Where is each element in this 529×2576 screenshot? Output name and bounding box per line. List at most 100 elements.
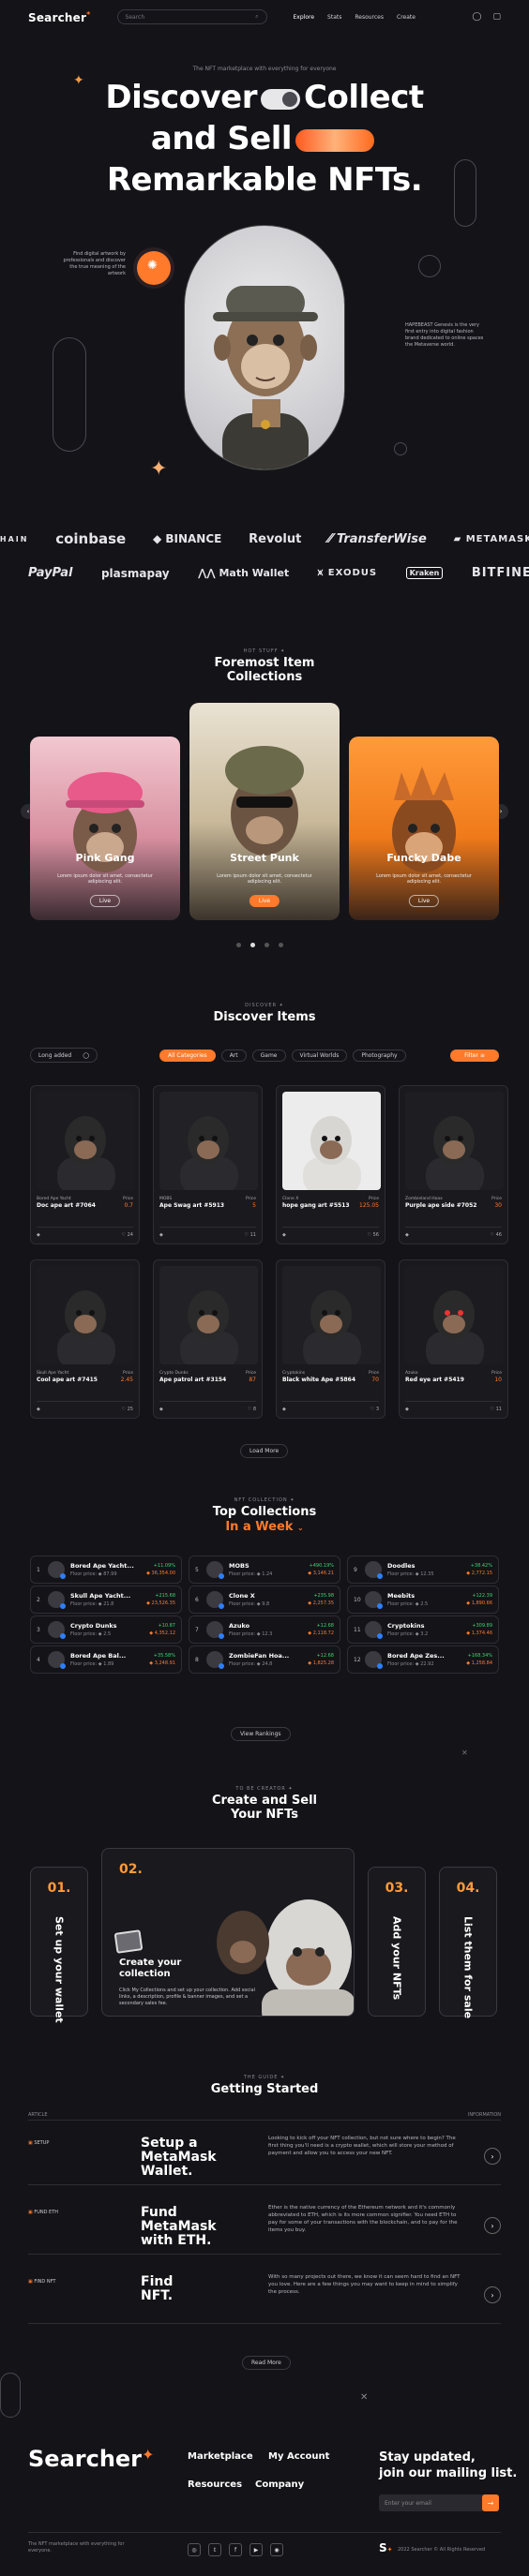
eth-icon: ◆ <box>159 1232 163 1238</box>
avatar <box>365 1621 383 1639</box>
deco-circle <box>418 255 441 277</box>
rank-info: Bored Ape Zes... Floor price: ◆ 22.92 <box>387 1652 466 1667</box>
floor-label: Floor price: <box>387 1661 415 1667</box>
nft-image <box>282 1266 381 1364</box>
nav-create[interactable]: Create <box>397 14 416 21</box>
live-button[interactable]: Live <box>408 895 440 907</box>
footer-link-company[interactable]: Company <box>255 2479 304 2490</box>
nft-card[interactable]: Crypto Dunks Ape patrol art #3154 Price 87 ◆… <box>153 1259 263 1419</box>
collection-card[interactable]: Funcky Dabe Lorem ipsum dolor sit amet, … <box>349 737 499 920</box>
logo[interactable]: Searcher* <box>28 10 91 24</box>
nav-explore[interactable]: Explore <box>294 14 315 21</box>
like-button[interactable]: ♡ 11 <box>245 1232 256 1238</box>
nft-card[interactable]: Cryptokins Black white Ape #5864 Price 70 ◆ ♡… <box>276 1259 385 1419</box>
rank-change: +235.98 ◆ 2,257.35 <box>308 1593 334 1606</box>
carousel-dot[interactable] <box>236 943 241 947</box>
filter-all-categories[interactable]: All Categories <box>159 1050 216 1062</box>
nft-name: Ape patrol art #3154 <box>159 1377 227 1383</box>
footer-link-resources[interactable]: Resources <box>188 2479 242 2490</box>
carousel-dot[interactable] <box>279 943 283 947</box>
newsletter-line-1: Stay updated, <box>379 2450 476 2464</box>
guide-arrow-button[interactable]: › <box>484 2286 501 2303</box>
filter-virtual-worlds[interactable]: Virtual Worlds <box>291 1050 348 1062</box>
subscribe-button[interactable]: → <box>482 2494 499 2511</box>
footer-link-account[interactable]: My Account <box>268 2451 329 2462</box>
nft-price: 0.7 <box>124 1202 133 1209</box>
collection-card[interactable]: Pink Gang Lorem ipsum dolor sit amet, co… <box>30 737 180 920</box>
like-button[interactable]: ♡ 3 <box>370 1407 379 1412</box>
nft-card[interactable]: Zombieland Hoax Purple ape side #7052 Pric… <box>399 1085 508 1244</box>
live-button[interactable]: Live <box>89 895 121 907</box>
like-button[interactable]: ♡ 56 <box>368 1232 379 1238</box>
filter-game[interactable]: Game <box>251 1050 286 1062</box>
youtube-icon[interactable]: ▶ <box>249 2543 263 2556</box>
ranking-row[interactable]: 9 Doodles Floor price: ◆ 12.35 +38.42% ◆ 2,7… <box>347 1556 499 1584</box>
read-more-button[interactable]: Read More <box>242 2356 291 2370</box>
ranking-row[interactable]: 3 Crypto Dunks Floor price: ◆ 2.5 +10.87 ◆ 4… <box>30 1616 182 1644</box>
ranking-row[interactable]: 1 Bored Ape Yacht... Floor price: ◆ 87.99 +… <box>30 1556 182 1584</box>
step-card-2[interactable]: 02. Create your collection Click My Coll… <box>101 1848 355 2017</box>
instagram-icon[interactable]: ◎ <box>188 2543 201 2556</box>
email-input[interactable]: Enter your email <box>379 2494 499 2511</box>
ranking-row[interactable]: 2 Skull Ape Yacht... Floor price: ◆ 21.8 +2… <box>30 1586 182 1614</box>
nft-card[interactable]: Azuko Red eye art #5419 Price 10 ◆ ♡ 11 <box>399 1259 508 1419</box>
facebook-icon[interactable]: f <box>229 2543 242 2556</box>
like-button[interactable]: ♡ 24 <box>122 1232 133 1238</box>
nft-footer: ◆ ♡ 8 <box>159 1401 256 1412</box>
user-icon[interactable]: ◯ <box>472 12 481 22</box>
footer-link-marketplace[interactable]: Marketplace <box>188 2451 253 2462</box>
like-button[interactable]: ♡ 25 <box>122 1407 133 1412</box>
carousel-dot[interactable] <box>250 943 255 947</box>
ranking-row[interactable]: 8 ZombieFan Hoa... Floor price: ◆ 24.8 +12.… <box>189 1645 340 1674</box>
filter-photography[interactable]: Photography <box>353 1050 406 1062</box>
volume: ◆ 1,258.84 <box>466 1660 492 1666</box>
footer-logo[interactable]: Searcher✦ <box>28 2446 154 2472</box>
nft-footer: ◆ ♡ 46 <box>405 1227 502 1238</box>
spark-button[interactable]: ✺ <box>137 251 171 285</box>
nav-stats[interactable]: Stats <box>327 14 341 21</box>
ranking-row[interactable]: 11 Cryptokins Floor price: ◆ 3.2 +309.89 ◆ 1… <box>347 1616 499 1644</box>
guide-arrow-button[interactable]: › <box>484 2217 501 2234</box>
nft-card[interactable]: Clone Xhope gang art #5513 Price 125.05 ◆ ♡ … <box>276 1085 385 1244</box>
like-button[interactable]: ♡ 8 <box>248 1407 256 1412</box>
guide-text: With so many projects out there, we know… <box>268 2274 461 2295</box>
sort-select[interactable]: Long added ◯ <box>30 1048 98 1063</box>
nft-name: Red eye art #5419 <box>405 1377 464 1383</box>
twitter-icon[interactable]: 𝕥 <box>208 2543 221 2556</box>
like-button[interactable]: ♡ 46 <box>491 1232 502 1238</box>
logo-mark: * <box>86 9 91 19</box>
view-rankings-button[interactable]: View Rankings <box>231 1727 291 1741</box>
step-card-4[interactable]: 04. List them for sale <box>439 1867 497 2018</box>
filter-art[interactable]: Art <box>220 1050 247 1062</box>
nft-price: 70 <box>371 1377 379 1383</box>
live-button[interactable]: Live <box>249 895 280 907</box>
ranking-row[interactable]: 4 Bored Ape Bal... Floor price: ◆ 1.89 +35.… <box>30 1645 182 1674</box>
like-button[interactable]: ♡ 11 <box>491 1407 502 1412</box>
rank-info: Clone X Floor price: ◆ 9.8 <box>229 1592 308 1607</box>
search-input[interactable]: Search ⌕ <box>116 9 267 24</box>
ranking-row[interactable]: 6 Clone X Floor price: ◆ 9.8 +235.98 ◆ 2,257… <box>189 1586 340 1614</box>
wallet-icon[interactable]: ▢ <box>492 12 501 22</box>
wallet-icon: ▣ <box>28 2140 33 2146</box>
card-desc: Lorem ipsum dolor sit amet, consectetur … <box>376 873 472 885</box>
collection-card[interactable]: Street Punk Lorem ipsum dolor sit amet, … <box>189 703 340 920</box>
nft-collection: Cryptokins <box>282 1371 306 1376</box>
nft-image <box>405 1092 504 1190</box>
nft-card[interactable]: Bored Ape Yacht Doc ape art #7064 Price 0.7… <box>30 1085 140 1244</box>
nft-card[interactable]: Skull Ape Yacht Cool ape art #7415 Price 2.… <box>30 1259 140 1419</box>
carousel-dot[interactable] <box>264 943 269 947</box>
nft-image <box>159 1092 258 1190</box>
ranking-row[interactable]: 12 Bored Ape Zes... Floor price: ◆ 22.92 +1… <box>347 1645 499 1674</box>
ranking-row[interactable]: 10 Meebits Floor price: ◆ 2.5 +122.39 ◆ 1,89… <box>347 1586 499 1614</box>
guide-title: Fund MetaMask with ETH. <box>141 2205 217 2248</box>
filter-button[interactable]: Filter ≡ <box>450 1050 499 1062</box>
ranking-row[interactable]: 7 Azuko Floor price: ◆ 12.3 +12.68 ◆ 2,118.7… <box>189 1616 340 1644</box>
load-more-button[interactable]: Load More <box>240 1444 289 1458</box>
step-card-3[interactable]: 03. Add your NFTs <box>368 1867 426 2017</box>
discord-icon[interactable]: ◉ <box>270 2543 283 2556</box>
ranking-row[interactable]: 5 MOBS Floor price: ◆ 1.24 +490.19% ◆ 3,146.… <box>189 1556 340 1584</box>
step-card-1[interactable]: 01. Set up your wallet <box>30 1867 88 2023</box>
nav-resources[interactable]: Resources <box>355 14 384 21</box>
nft-card[interactable]: MOBS Ape Swag art #5913 Price 5 ◆ ♡ 11 <box>153 1085 263 1244</box>
guide-arrow-button[interactable]: › <box>484 2148 501 2165</box>
